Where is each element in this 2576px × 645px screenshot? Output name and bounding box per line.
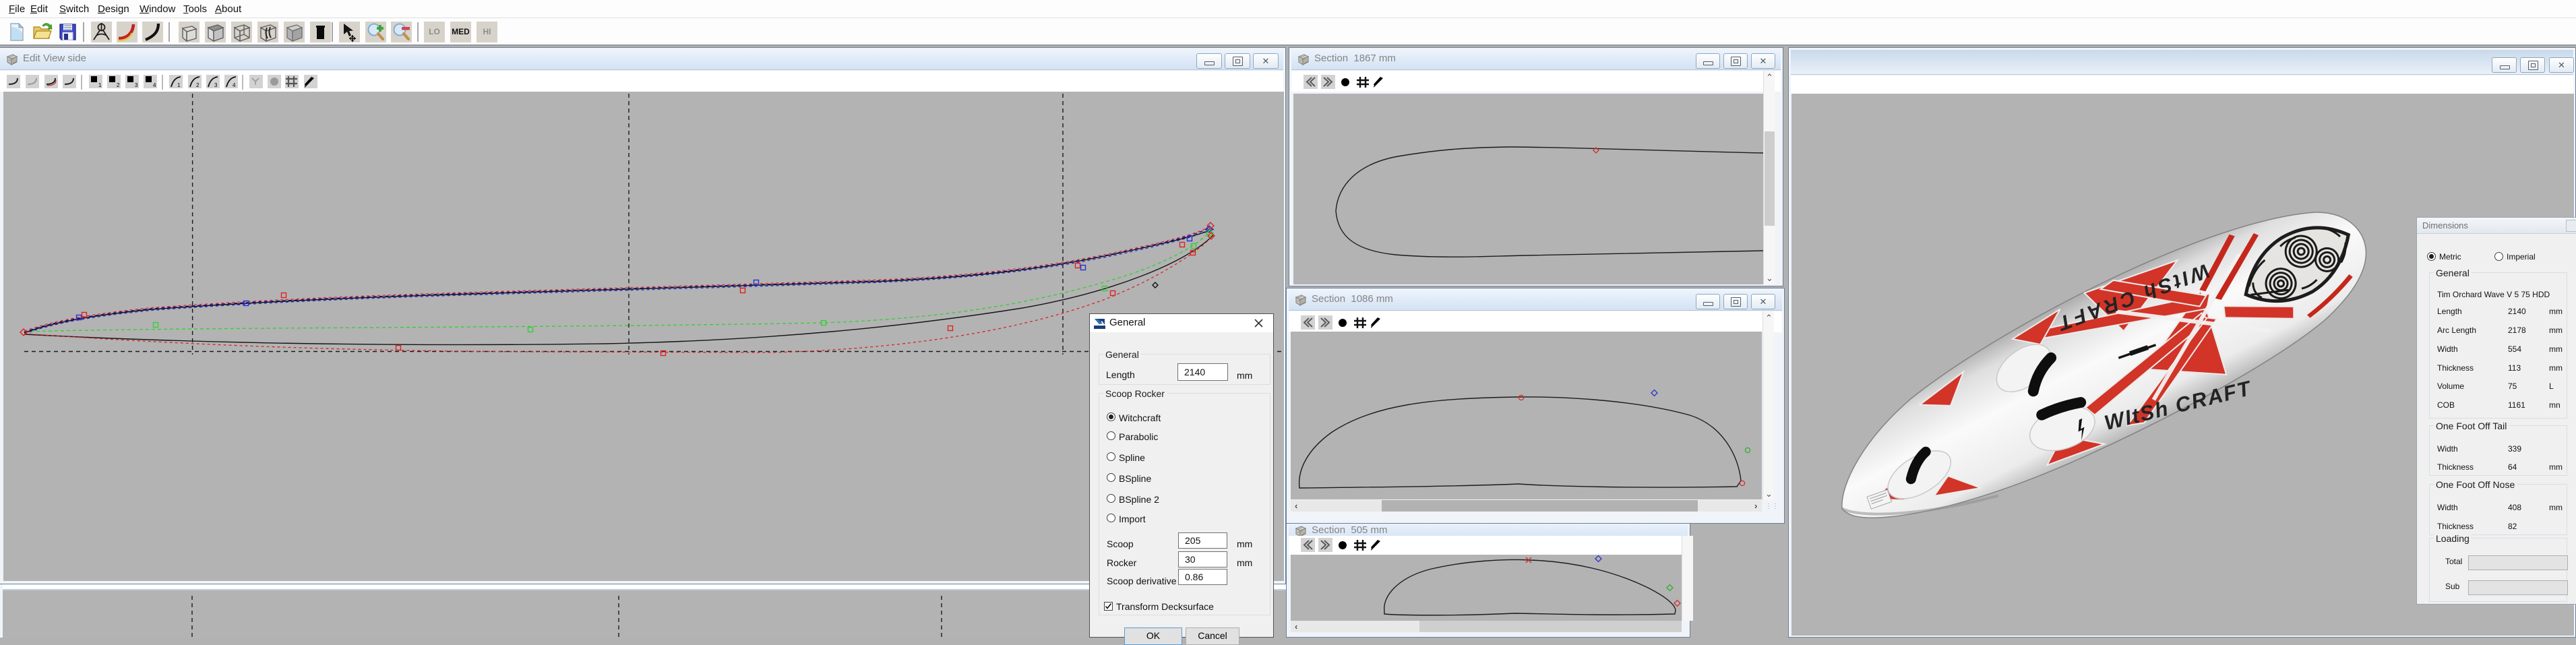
- svg-text:1: 1: [177, 82, 181, 88]
- svg-text:1: 1: [98, 82, 102, 88]
- svg-text:2: 2: [196, 82, 200, 88]
- svg-text:3: 3: [214, 82, 218, 88]
- svg-text:4: 4: [153, 82, 156, 88]
- svg-text:2: 2: [117, 82, 120, 88]
- svg-text:4: 4: [233, 82, 236, 88]
- svg-text:3: 3: [135, 82, 138, 88]
